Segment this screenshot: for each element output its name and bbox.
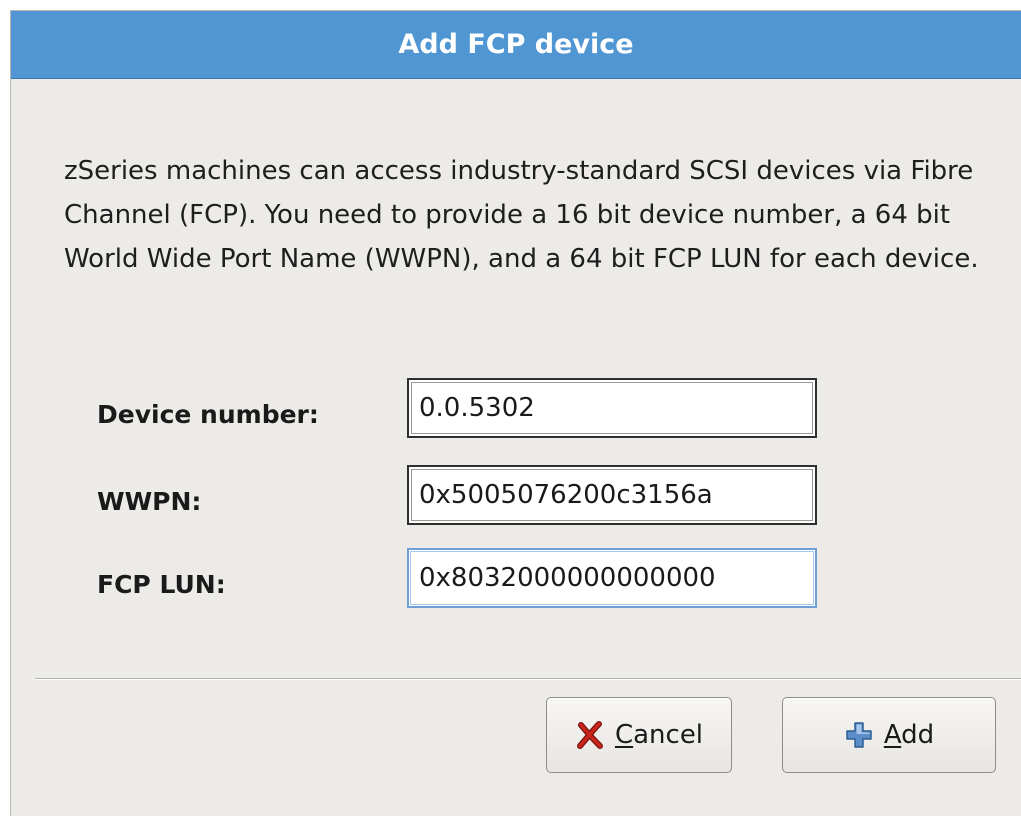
add-fcp-device-dialog: Add FCP device zSeries machines can acce… <box>10 10 1021 816</box>
button-separator <box>35 678 1021 680</box>
x-cancel-icon <box>575 720 605 750</box>
dialog-description: zSeries machines can access industry-sta… <box>64 156 979 274</box>
fcp-lun-input[interactable] <box>407 548 817 608</box>
cancel-mnemonic: C <box>614 720 634 750</box>
wwpn-label: WWPN: <box>97 487 202 516</box>
device-number-label: Device number: <box>97 400 319 429</box>
device-number-input[interactable] <box>407 378 817 438</box>
cancel-button[interactable]: Cancel <box>546 697 732 773</box>
plus-add-icon <box>844 720 874 750</box>
add-button-label: Add <box>884 720 934 750</box>
fcp-lun-label: FCP LUN: <box>97 570 226 599</box>
add-button[interactable]: Add <box>782 697 996 773</box>
cancel-label-rest: ancel <box>633 720 704 750</box>
add-mnemonic: A <box>883 720 902 750</box>
add-label-rest: dd <box>901 720 935 750</box>
cancel-button-label: Cancel <box>615 720 703 750</box>
wwpn-input[interactable] <box>407 465 817 525</box>
dialog-title: Add FCP device <box>11 11 1021 79</box>
